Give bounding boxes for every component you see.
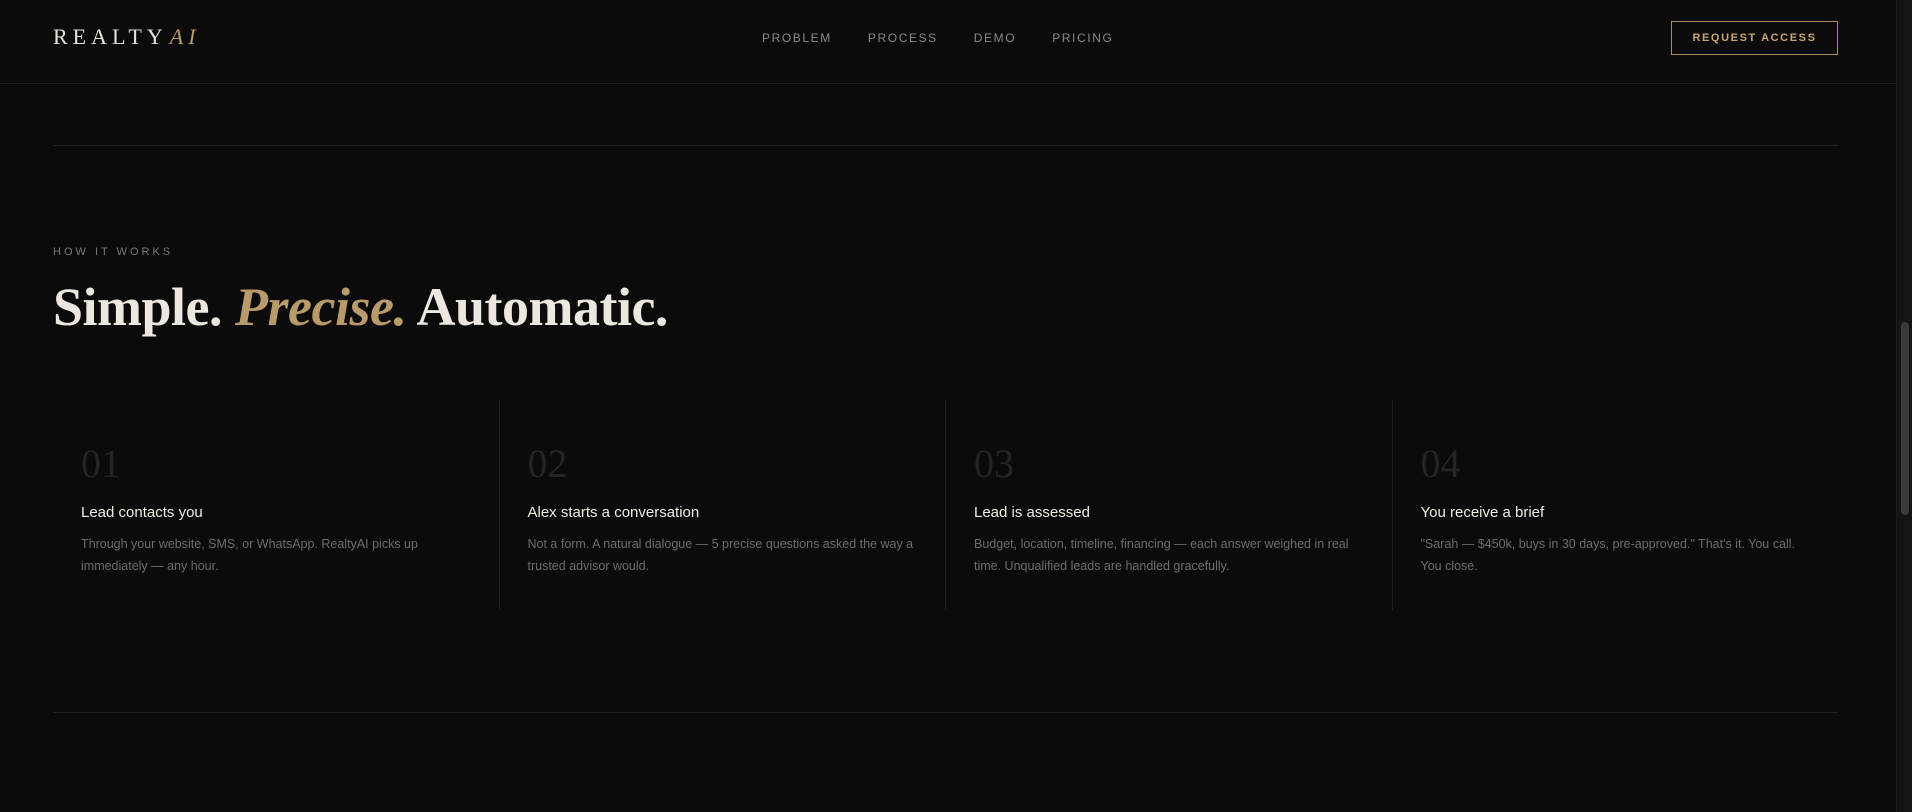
step-number: 01 xyxy=(81,441,121,486)
page: REALTYAI PROBLEM PROCESS DEMO PRICING RE… xyxy=(0,0,1912,812)
site-header: REALTYAI PROBLEM PROCESS DEMO PRICING RE… xyxy=(0,0,1896,84)
section-divider-top xyxy=(53,145,1838,146)
section-headline: Simple. Precise. Automatic. xyxy=(53,276,668,338)
section-eyebrow: HOW IT WORKS xyxy=(53,246,174,258)
step-card-2: 02 Alex starts a conversation Not a form… xyxy=(498,400,946,610)
process-steps: 01 Lead contacts you Through your websit… xyxy=(53,400,1838,610)
headline-precise: Precise. xyxy=(235,277,407,337)
step-title: Alex starts a conversation xyxy=(527,504,700,521)
nav-link-process[interactable]: PROCESS xyxy=(868,31,938,45)
step-description: "Sarah — $450k, buys in 30 days, pre-app… xyxy=(1420,537,1795,573)
step-card-4: 04 You receive a brief "Sarah — $450k, b… xyxy=(1391,400,1839,610)
step-number: 04 xyxy=(1420,441,1461,486)
nav-link-pricing[interactable]: PRICING xyxy=(1052,31,1113,45)
step-number: 03 xyxy=(974,441,1014,486)
request-access-button[interactable]: REQUEST ACCESS xyxy=(1671,21,1838,55)
nav-link-demo[interactable]: DEMO xyxy=(974,31,1016,45)
scrollbar-thumb[interactable] xyxy=(1901,322,1909,515)
logo[interactable]: REALTYAI xyxy=(53,24,201,50)
step-number: 02 xyxy=(527,441,568,486)
headline-automatic: Automatic. xyxy=(406,277,668,337)
main-nav: PROBLEM PROCESS DEMO PRICING xyxy=(762,31,1113,45)
nav-link-problem[interactable]: PROBLEM xyxy=(762,31,832,45)
logo-accent: AI xyxy=(169,24,201,49)
step-card-1: 01 Lead contacts you Through your websit… xyxy=(53,400,499,610)
step-description: Not a form. A natural dialogue — 5 preci… xyxy=(527,537,914,573)
section-divider-bottom xyxy=(53,712,1838,713)
vertical-scrollbar[interactable] xyxy=(1896,0,1912,812)
step-title: Lead is assessed xyxy=(974,504,1090,521)
step-description: Through your website, SMS, or WhatsApp. … xyxy=(81,537,418,573)
logo-main: REALTY xyxy=(53,24,168,49)
step-title: Lead contacts you xyxy=(81,504,203,521)
step-card-3: 03 Lead is assessed Budget, location, ti… xyxy=(945,400,1392,610)
step-description: Budget, location, timeline, financing — … xyxy=(974,537,1349,573)
headline-simple: Simple. xyxy=(53,277,236,337)
step-title: You receive a brief xyxy=(1420,504,1545,521)
